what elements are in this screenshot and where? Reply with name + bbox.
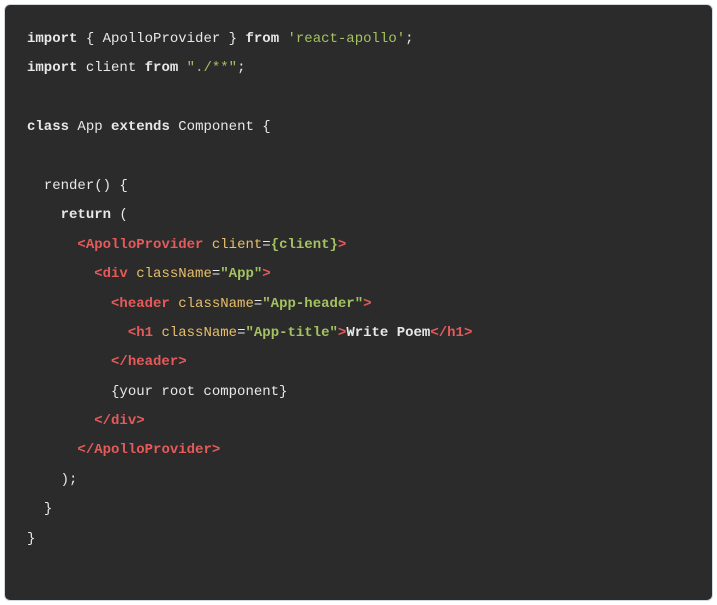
code-line: {your root component} — [27, 378, 690, 407]
angle-bracket: </ — [430, 325, 447, 341]
code-line: } — [27, 525, 690, 554]
keyword-import: import — [27, 60, 77, 76]
paren: ( — [111, 207, 128, 223]
code-line: <h1 className="App-title">Write Poem</h1… — [27, 319, 690, 348]
identifier: client — [86, 60, 136, 76]
angle-bracket: </ — [111, 354, 128, 370]
angle-bracket: </ — [94, 413, 111, 429]
space — [136, 60, 144, 76]
angle-bracket: < — [77, 237, 85, 253]
jsx-attr-val: "App-header" — [262, 296, 363, 312]
jsx-attr: client — [212, 237, 262, 253]
code-line-empty — [27, 84, 690, 113]
code-block: import { ApolloProvider } from 'react-ap… — [4, 4, 713, 601]
space — [128, 266, 136, 282]
angle-bracket: > — [363, 296, 371, 312]
brace: } — [220, 31, 245, 47]
keyword-from: from — [245, 31, 279, 47]
jsx-expr: {client} — [271, 237, 338, 253]
indent — [27, 413, 94, 429]
jsx-tag: div — [103, 266, 128, 282]
code-line: class App extends Component { — [27, 113, 690, 142]
indent — [27, 207, 61, 223]
indent — [27, 354, 111, 370]
space — [170, 296, 178, 312]
class-name: Component — [178, 119, 254, 135]
brace: { — [254, 119, 271, 135]
class-name: App — [77, 119, 102, 135]
jsx-attr: className — [161, 325, 237, 341]
space — [279, 31, 287, 47]
code-line: } — [27, 495, 690, 524]
jsx-attr: className — [178, 296, 254, 312]
keyword-extends: extends — [111, 119, 170, 135]
angle-bracket: </ — [77, 442, 94, 458]
angle-bracket: > — [464, 325, 472, 341]
brace: { — [77, 31, 102, 47]
code-line: render() { — [27, 172, 690, 201]
code-line: <div className="App"> — [27, 260, 690, 289]
semicolon: ; — [405, 31, 413, 47]
method-render: render() { — [44, 178, 128, 194]
jsx-close-tag: h1 — [447, 325, 464, 341]
indent — [27, 325, 128, 341]
brace-close: } — [44, 501, 52, 517]
angle-bracket: > — [338, 237, 346, 253]
indent — [27, 442, 77, 458]
angle-bracket: < — [128, 325, 136, 341]
keyword-from: from — [145, 60, 179, 76]
keyword-return: return — [61, 207, 111, 223]
jsx-close-tag: header — [128, 354, 178, 370]
code-line: import { ApolloProvider } from 'react-ap… — [27, 25, 690, 54]
brace-close: } — [27, 531, 35, 547]
semicolon: ; — [237, 60, 245, 76]
indent — [27, 237, 77, 253]
space — [203, 237, 211, 253]
angle-bracket: > — [178, 354, 186, 370]
indent — [27, 384, 111, 400]
code-line: </div> — [27, 407, 690, 436]
indent — [27, 296, 111, 312]
jsx-attr-val: "App" — [220, 266, 262, 282]
angle-bracket: > — [212, 442, 220, 458]
code-line: ); — [27, 466, 690, 495]
indent — [27, 178, 44, 194]
angle-bracket: > — [262, 266, 270, 282]
jsx-tag: header — [119, 296, 169, 312]
space — [77, 60, 85, 76]
jsx-close-tag: ApolloProvider — [94, 442, 212, 458]
jsx-attr: className — [136, 266, 212, 282]
space — [103, 119, 111, 135]
jsx-close-tag: div — [111, 413, 136, 429]
jsx-expr: {your root component} — [111, 384, 287, 400]
keyword-import: import — [27, 31, 77, 47]
space — [170, 119, 178, 135]
code-line: </ApolloProvider> — [27, 436, 690, 465]
code-line: import client from "./**"; — [27, 54, 690, 83]
indent — [27, 472, 61, 488]
paren-close: ); — [61, 472, 78, 488]
equals: = — [262, 237, 270, 253]
code-line: <ApolloProvider client={client}> — [27, 231, 690, 260]
jsx-tag: ApolloProvider — [86, 237, 204, 253]
jsx-attr-val: "App-title" — [245, 325, 337, 341]
identifier: ApolloProvider — [103, 31, 221, 47]
angle-bracket: > — [136, 413, 144, 429]
indent — [27, 501, 44, 517]
angle-bracket: < — [94, 266, 102, 282]
code-line: <header className="App-header"> — [27, 290, 690, 319]
string-literal: 'react-apollo' — [288, 31, 406, 47]
code-line: return ( — [27, 201, 690, 230]
jsx-text: Write Poem — [346, 325, 430, 341]
code-line-empty — [27, 143, 690, 172]
code-line: </header> — [27, 348, 690, 377]
keyword-class: class — [27, 119, 69, 135]
jsx-tag: h1 — [136, 325, 153, 341]
string-literal: "./**" — [187, 60, 237, 76]
indent — [27, 266, 94, 282]
space — [178, 60, 186, 76]
